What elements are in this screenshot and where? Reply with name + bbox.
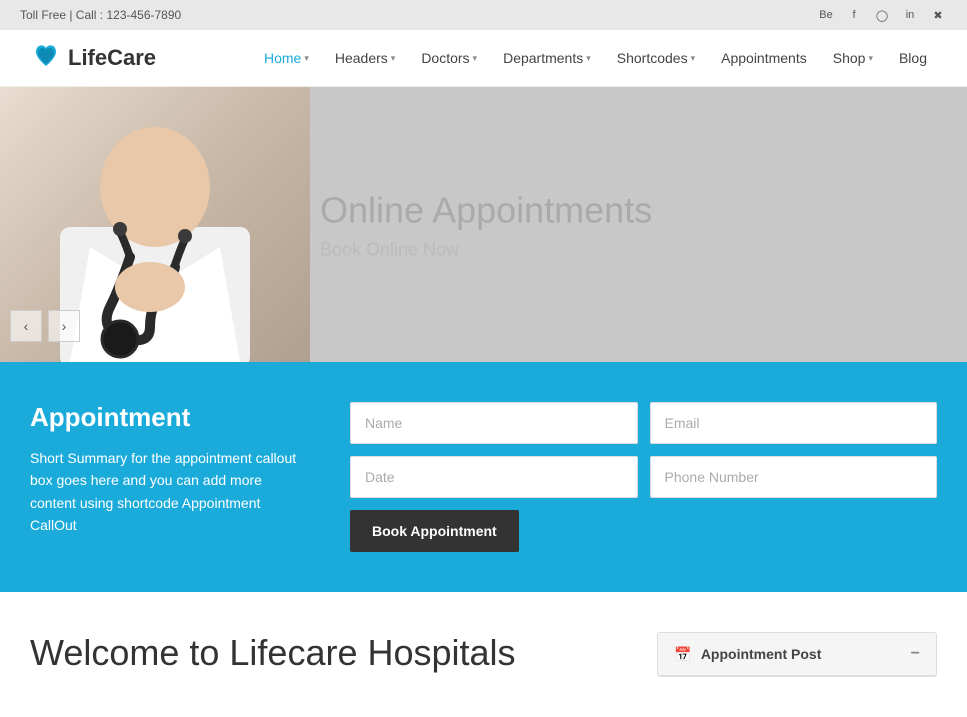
welcome-main-content: Welcome to Lifecare Hospitals <box>30 632 627 677</box>
facebook-icon[interactable]: f <box>845 6 863 24</box>
main-nav: Home ▾ Headers ▾ Doctors ▾ Departments ▾… <box>254 42 937 74</box>
nav-blog[interactable]: Blog <box>889 42 937 74</box>
behance-icon[interactable]: Be <box>817 6 835 24</box>
logo[interactable]: LifeCare <box>30 42 156 74</box>
chevron-down-icon: ▾ <box>691 53 696 64</box>
carousel-prev-button[interactable]: ‹ <box>10 310 42 342</box>
doctor-svg <box>0 87 310 362</box>
widget-title: Appointment Post <box>701 646 822 662</box>
widget-header: 📅 Appointment Post − <box>658 633 936 676</box>
hero-content: Online Appointments Book Online Now <box>320 189 652 260</box>
appointment-callout: Appointment Short Summary for the appoin… <box>30 402 310 537</box>
appointment-section: Appointment Short Summary for the appoin… <box>0 362 967 592</box>
welcome-sidebar: 📅 Appointment Post − <box>657 632 937 677</box>
appointment-post-widget: 📅 Appointment Post − <box>657 632 937 677</box>
phone-text: Toll Free | Call : 123-456-7890 <box>20 8 181 22</box>
instagram-icon[interactable]: ◯ <box>873 6 891 24</box>
carousel-next-button[interactable]: › <box>48 310 80 342</box>
twitter-icon[interactable]: ✖ <box>929 6 947 24</box>
appointment-form: Book Appointment <box>350 402 937 552</box>
welcome-title: Welcome to Lifecare Hospitals <box>30 632 627 674</box>
hero-doctor-image <box>0 87 310 362</box>
hero-banner: Online Appointments Book Online Now ‹ › <box>0 87 967 362</box>
top-bar: Toll Free | Call : 123-456-7890 Be f ◯ i… <box>0 0 967 30</box>
chevron-down-icon: ▾ <box>868 53 873 64</box>
nav-shop[interactable]: Shop ▾ <box>823 42 883 74</box>
chevron-down-icon: ▾ <box>473 53 478 64</box>
appointment-description: Short Summary for the appointment callou… <box>30 447 310 537</box>
widget-collapse-button[interactable]: − <box>911 645 920 663</box>
hero-subtitle: Book Online Now <box>320 239 652 260</box>
logo-text: LifeCare <box>68 45 156 71</box>
name-input[interactable] <box>350 402 638 444</box>
appointment-title: Appointment <box>30 402 310 433</box>
header: LifeCare Home ▾ Headers ▾ Doctors ▾ Depa… <box>0 30 967 87</box>
widget-header-content: 📅 Appointment Post <box>674 646 821 663</box>
phone-input[interactable] <box>650 456 938 498</box>
chevron-down-icon: ▾ <box>391 53 396 64</box>
social-icons-group: Be f ◯ in ✖ <box>817 6 947 24</box>
nav-shortcodes[interactable]: Shortcodes ▾ <box>607 42 705 74</box>
hero-title: Online Appointments <box>320 189 652 231</box>
chevron-down-icon: ▾ <box>586 53 591 64</box>
email-input[interactable] <box>650 402 938 444</box>
calendar-icon: 📅 <box>674 646 691 662</box>
nav-home[interactable]: Home ▾ <box>254 42 319 74</box>
chevron-down-icon: ▾ <box>304 53 309 64</box>
logo-icon <box>30 42 62 74</box>
nav-doctors[interactable]: Doctors ▾ <box>411 42 487 74</box>
book-appointment-button[interactable]: Book Appointment <box>350 510 519 552</box>
nav-appointments[interactable]: Appointments <box>711 42 817 74</box>
date-input[interactable] <box>350 456 638 498</box>
linkedin-icon[interactable]: in <box>901 6 919 24</box>
welcome-section: Welcome to Lifecare Hospitals 📅 Appointm… <box>0 592 967 717</box>
nav-headers[interactable]: Headers ▾ <box>325 42 405 74</box>
nav-departments[interactable]: Departments ▾ <box>493 42 601 74</box>
